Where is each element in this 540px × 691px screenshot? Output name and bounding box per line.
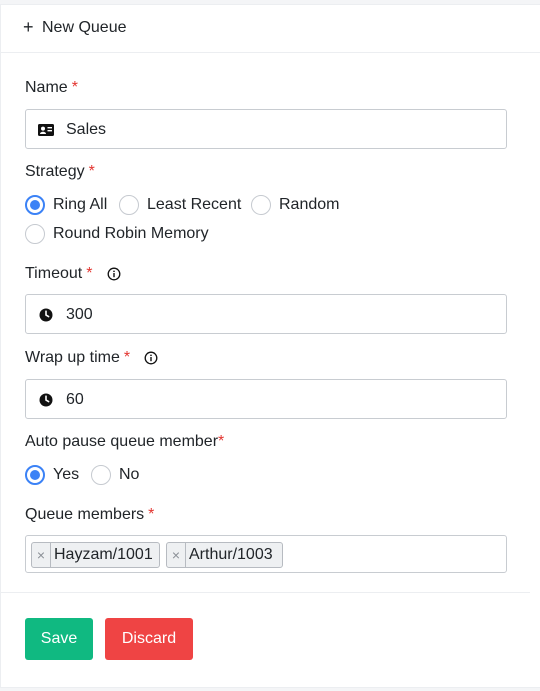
member-tag-label: Hayzam/1001: [54, 546, 153, 563]
remove-tag-button[interactable]: ×: [167, 543, 186, 567]
info-icon[interactable]: [107, 267, 121, 281]
discard-button[interactable]: Discard: [105, 618, 193, 660]
radio-circle: [251, 195, 271, 215]
name-value: Sales: [66, 121, 107, 138]
save-button[interactable]: Save: [25, 618, 93, 660]
radio-circle: [119, 195, 139, 215]
required-marker: *: [123, 349, 131, 366]
wrap-up-input[interactable]: 60: [25, 379, 507, 419]
card-title: New Queue: [42, 19, 127, 36]
member-tag-label: Arthur/1003: [189, 546, 273, 563]
radio-circle: [91, 465, 111, 485]
auto-pause-label: Auto pause queue member*: [25, 433, 225, 450]
new-queue-card: + New Queue: [0, 4, 540, 688]
timeout-input[interactable]: 300: [25, 294, 507, 334]
clock-icon: [39, 308, 53, 322]
clock-icon: [39, 393, 53, 407]
timeout-value: 300: [66, 306, 93, 323]
queue-members-label: Queue members *: [25, 506, 155, 523]
required-marker: *: [86, 265, 93, 282]
info-icon[interactable]: [144, 351, 158, 365]
radio-circle: [25, 195, 45, 215]
name-input[interactable]: Sales: [25, 109, 507, 149]
strategy-label: Strategy *: [25, 163, 95, 180]
plus-icon: +: [23, 17, 34, 37]
required-marker: *: [88, 163, 95, 180]
radio-circle: [25, 465, 45, 485]
remove-tag-button[interactable]: ×: [32, 543, 51, 567]
footer-divider: [0, 592, 530, 593]
required-marker: *: [148, 506, 155, 523]
queue-members-select[interactable]: × Hayzam/1001 × Arthur/1003: [25, 535, 507, 573]
wrap-up-value: 60: [66, 391, 84, 408]
card-header: + New Queue: [1, 5, 540, 53]
required-marker: *: [218, 433, 225, 450]
member-tag: × Arthur/1003: [166, 542, 283, 568]
timeout-label: Timeout *: [25, 265, 93, 282]
radio-circle: [25, 224, 45, 244]
member-tag: × Hayzam/1001: [31, 542, 160, 568]
required-marker: *: [71, 79, 78, 96]
id-card-icon: [38, 124, 54, 136]
name-label: Name *: [25, 79, 78, 96]
wrap-up-label: Wrap up time *: [25, 349, 131, 366]
